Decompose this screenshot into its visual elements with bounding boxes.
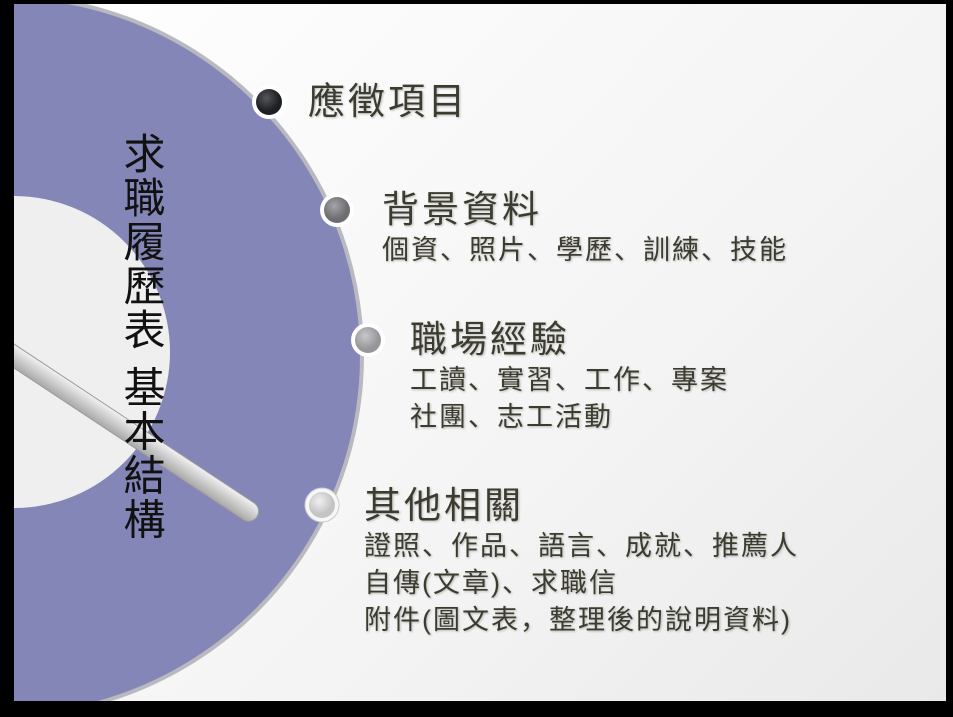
bullet-dot-1 [252,85,286,119]
bullet-dot-4 [304,487,340,523]
item-application: 應徵項目 [308,80,468,124]
item-heading: 職場經驗 [410,319,570,360]
vertical-title: 求職履歷表 基本結構 [118,132,165,542]
item-heading: 其他相關 [364,485,524,526]
item-line: 自傳(文章)、求職信 [364,568,618,598]
bullet-dot-3 [351,323,385,357]
item-other: 其他相關 證照、作品、語言、成就、推薦人 自傳(文章)、求職信 附件(圖文表，整… [364,484,799,639]
item-line: 社團、志工活動 [410,402,613,432]
item-heading: 背景資料 [382,189,542,230]
item-line: 個資、照片、學歷、訓練、技能 [382,235,788,265]
item-line: 工讀、實習、工作、專案 [410,365,729,395]
item-background: 背景資料 個資、照片、學歷、訓練、技能 [382,188,788,269]
item-heading: 應徵項目 [308,81,468,122]
item-experience: 職場經驗 工讀、實習、工作、專案 社團、志工活動 [410,318,729,436]
item-line: 證照、作品、語言、成就、推薦人 [364,531,799,561]
item-line: 附件(圖文表，整理後的說明資料) [364,605,792,635]
bullet-dot-2 [320,193,354,227]
slide: 求職履歷表 基本結構 應徵項目 背景資料 個資、照片、學歷、訓練、技能 職場經驗… [14,4,946,701]
